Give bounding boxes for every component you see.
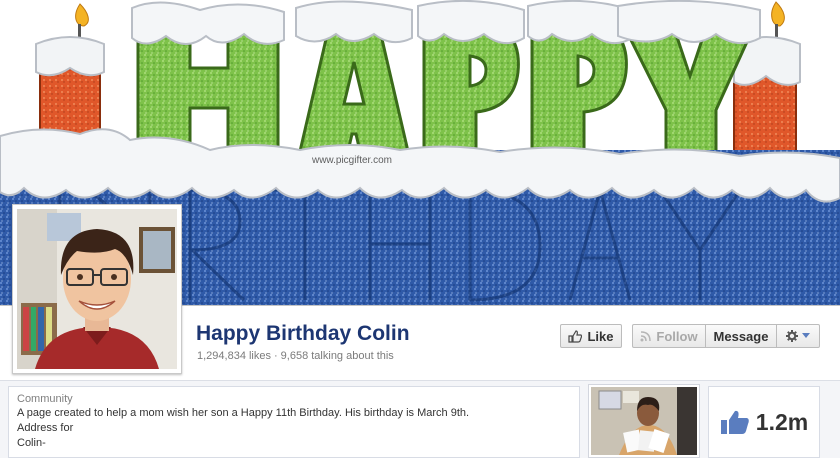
thumbs-up-icon bbox=[720, 410, 749, 434]
about-line-name: Colin- bbox=[17, 437, 46, 449]
message-button[interactable]: Message bbox=[705, 324, 777, 348]
likes-count[interactable]: 1,294,834 likes bbox=[197, 350, 271, 362]
like-button[interactable]: Like bbox=[560, 324, 622, 348]
page-category: Community bbox=[17, 393, 73, 405]
boy-portrait-image bbox=[17, 209, 177, 369]
stats-separator: · bbox=[274, 350, 278, 362]
settings-dropdown-button[interactable] bbox=[776, 324, 820, 348]
follow-button[interactable]: Follow bbox=[632, 324, 706, 348]
about-description: A page created to help a mom wish her so… bbox=[17, 407, 470, 419]
watermark-text: www.picgifter.com bbox=[311, 155, 392, 166]
message-button-label: Message bbox=[713, 328, 769, 344]
about-section[interactable]: Community A page created to help a mom w… bbox=[8, 386, 580, 458]
chevron-down-icon bbox=[802, 333, 810, 338]
likes-summary-count: 1.2m bbox=[755, 408, 809, 435]
follow-button-label: Follow bbox=[656, 328, 698, 344]
page-stats: 1,294,834 likes · 9,658 talking about this bbox=[197, 350, 394, 362]
about-line-address: Address for bbox=[17, 422, 74, 434]
profile-picture[interactable] bbox=[12, 204, 182, 374]
rss-icon bbox=[640, 330, 652, 341]
like-button-label: Like bbox=[587, 328, 614, 344]
likes-summary[interactable]: 1.2m bbox=[708, 386, 820, 458]
thumbs-up-icon bbox=[568, 329, 583, 343]
page-title[interactable]: Happy Birthday Colin bbox=[196, 322, 410, 346]
photo-thumbnail-image bbox=[591, 387, 697, 455]
gear-icon bbox=[786, 330, 798, 342]
photos-thumbnail[interactable] bbox=[588, 384, 700, 458]
talking-about-count: 9,658 talking about this bbox=[280, 350, 394, 362]
